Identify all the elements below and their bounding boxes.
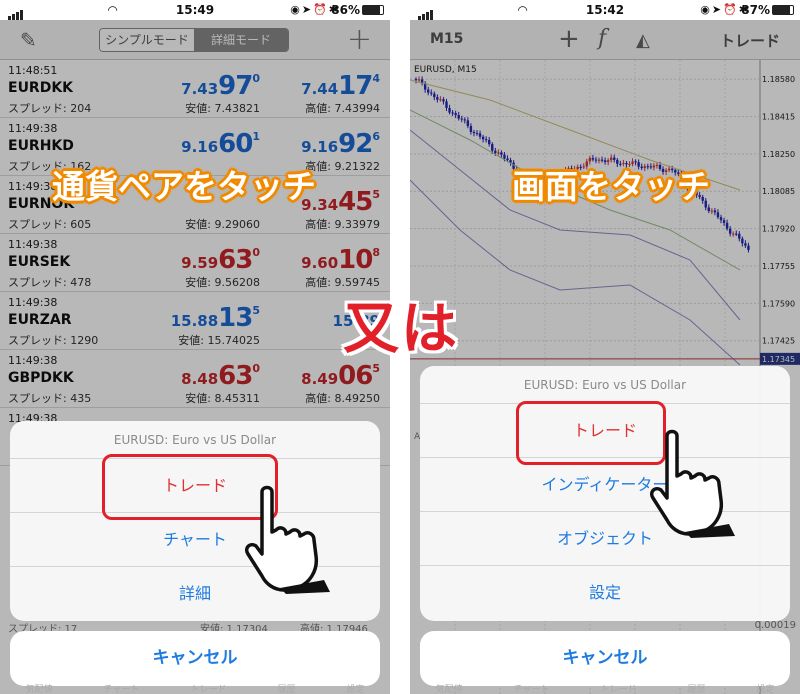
chart-bottom-tick: 0.00019 xyxy=(754,620,796,631)
tab-quotes[interactable]: 気配値 xyxy=(26,682,53,694)
tab-history[interactable]: 履歴 xyxy=(687,682,705,694)
tab-chart[interactable]: チャート xyxy=(514,682,550,694)
caption-touch-screen: 画面をタッチ xyxy=(512,167,710,206)
chart-bottom-left-label: A xyxy=(414,432,421,442)
highlight-box-trade-right xyxy=(516,401,666,465)
tab-history[interactable]: 履歴 xyxy=(277,682,295,694)
status-bar: ◠ 15:42 ◉➤⏰✱ 87% xyxy=(410,0,800,20)
phone-right-chart: ◠ 15:42 ◉➤⏰✱ 87% M15 + f ◭ トレード EURUSD, … xyxy=(410,0,800,694)
sheet-item-settings[interactable]: 設定 xyxy=(420,566,790,620)
caption-or: 又は xyxy=(343,297,459,362)
tab-trade[interactable]: トレード xyxy=(600,682,636,694)
tab-settings[interactable]: 設定 xyxy=(346,682,364,694)
battery-icon xyxy=(772,5,794,15)
bottom-tab-bar: 気配値 チャート トレード 履歴 設定 xyxy=(410,682,800,694)
tab-trade[interactable]: トレード xyxy=(190,682,226,694)
cancel-button[interactable]: キャンセル xyxy=(420,631,790,686)
pointing-hand-icon xyxy=(649,429,735,538)
caption-touch-currency-pair: 通貨ペアをタッチ xyxy=(52,167,316,206)
cancel-button[interactable]: キャンセル xyxy=(10,631,380,686)
battery-percent: 87% xyxy=(741,3,770,17)
tab-chart[interactable]: チャート xyxy=(104,682,140,694)
battery-icon xyxy=(362,5,384,15)
tab-settings[interactable]: 設定 xyxy=(756,682,774,694)
bottom-tab-bar: 気配値 チャート トレード 履歴 設定 xyxy=(0,682,390,694)
action-sheet-title: EURUSD: Euro vs US Dollar xyxy=(420,366,790,404)
battery-percent: 86% xyxy=(331,3,360,17)
status-bar: ◠ 15:49 ◉➤⏰✱ 86% xyxy=(0,0,390,20)
pointing-hand-icon xyxy=(244,485,330,594)
tab-quotes[interactable]: 気配値 xyxy=(436,682,463,694)
